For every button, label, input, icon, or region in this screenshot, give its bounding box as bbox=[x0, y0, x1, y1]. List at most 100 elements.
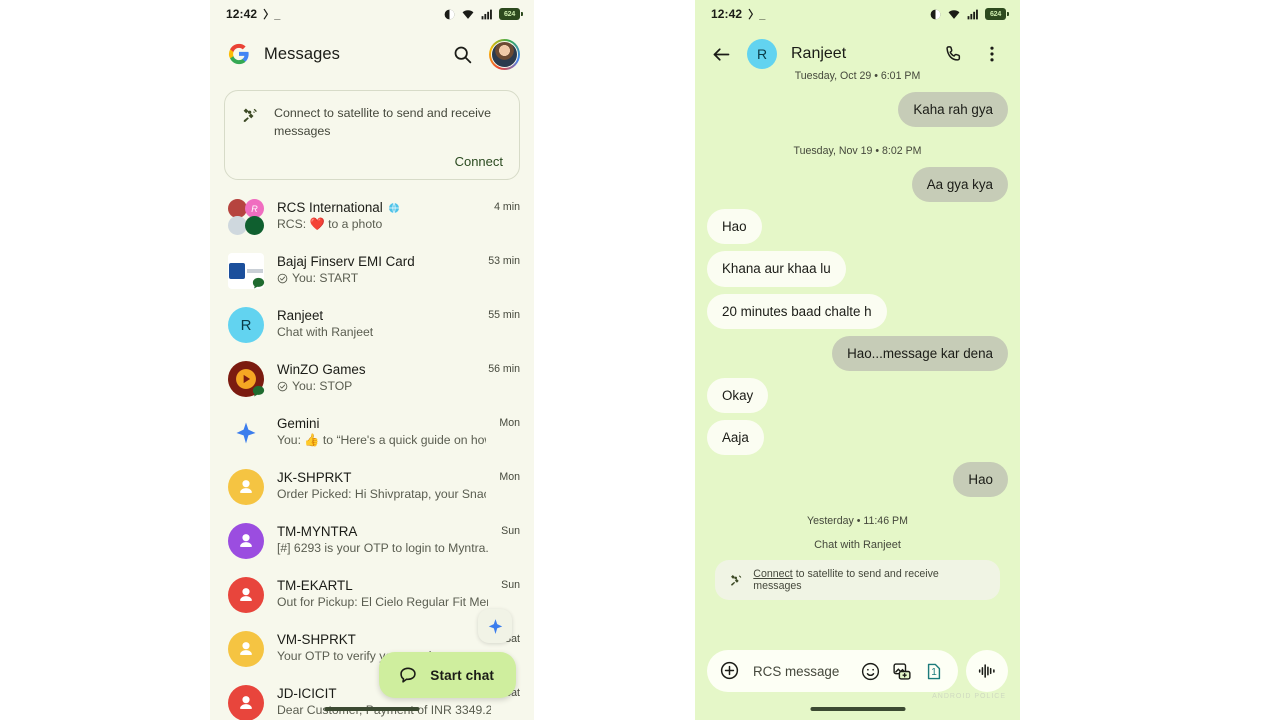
conversation-body: Gemini You: 👍 to “Here's a quick guide o… bbox=[277, 415, 486, 447]
start-chat-fab[interactable]: Start chat bbox=[379, 652, 516, 698]
avatar[interactable] bbox=[489, 38, 520, 70]
person-avatar bbox=[228, 523, 264, 560]
conversation-title: Gemini bbox=[277, 416, 486, 431]
conversation-list-item[interactable]: R Ranjeet Chat with Ranjeet 55 min bbox=[210, 298, 534, 352]
battery-icon: 624 bbox=[499, 8, 523, 20]
conversation-avatar[interactable] bbox=[228, 469, 264, 506]
satellite-icon bbox=[730, 574, 741, 586]
conversation-timestamp: Mon bbox=[499, 417, 520, 430]
wifi-icon-right bbox=[948, 9, 960, 19]
satellite-connect-card[interactable]: Connect to satellite to send and receive… bbox=[224, 90, 520, 181]
terminal-icon-right: 〉_ bbox=[748, 9, 766, 21]
gallery-icon[interactable] bbox=[890, 659, 914, 683]
conversation-timestamp: Sun bbox=[501, 525, 520, 538]
conversation-title: RCS International bbox=[277, 200, 481, 215]
gemini-sparkle-icon[interactable] bbox=[478, 609, 512, 643]
nav-gesture-pill-left bbox=[324, 707, 420, 711]
message-bubble-out[interactable]: Hao bbox=[953, 462, 1008, 498]
conversation-name: Gemini bbox=[277, 416, 320, 432]
conversation-avatar[interactable] bbox=[228, 415, 264, 451]
conversation-body: Bajaj Finserv EMI Card You: START bbox=[277, 253, 475, 285]
status-clock-right: 12:42 bbox=[711, 7, 743, 21]
conversation-name: Ranjeet bbox=[277, 308, 324, 324]
satellite-connect-banner[interactable]: Connect to satellite to send and receive… bbox=[714, 560, 1001, 601]
conversation-list-item[interactable]: JK-SHPRKT Order Picked: Hi Shivpratap, y… bbox=[210, 460, 534, 514]
screenshot-stage: 12:42 〉_ 624 Messages Connect to satelli… bbox=[0, 0, 1280, 720]
status-bar-left-group: 12:42 〉_ bbox=[226, 6, 280, 22]
conversation-avatar[interactable]: R bbox=[228, 307, 264, 344]
conversation-name: JK-SHPRKT bbox=[277, 470, 352, 486]
conversation-avatar[interactable] bbox=[228, 577, 264, 614]
avatar-photo bbox=[491, 40, 518, 68]
terminal-icon: 〉_ bbox=[263, 9, 281, 21]
satellite-connect-link[interactable]: Connect bbox=[753, 568, 792, 580]
conversation-snippet: You: START bbox=[277, 271, 475, 285]
person-avatar bbox=[228, 577, 264, 614]
status-bar-left: 12:42 〉_ 624 bbox=[210, 0, 534, 28]
message-bubble-out[interactable]: Kaha rah gya bbox=[898, 92, 1008, 128]
message-bubble-in[interactable]: Hao bbox=[707, 209, 762, 245]
conversation-body: RCS International RCS: ❤️ to a photo bbox=[277, 199, 481, 231]
satellite-card-text: Connect to satellite to send and receive… bbox=[274, 106, 491, 138]
conversation-timestamp: 56 min bbox=[488, 363, 520, 376]
message-thread[interactable]: Tuesday, Oct 29 • 6:01 PM Kaha rah gya Tue… bbox=[695, 52, 1020, 646]
conversation-name: Bajaj Finserv EMI Card bbox=[277, 254, 415, 270]
conversation-body: WinZO Games You: STOP bbox=[277, 361, 475, 393]
conversation-timestamp: 53 min bbox=[488, 255, 520, 268]
conversation-title: JK-SHPRKT bbox=[277, 470, 486, 485]
sim-number-label: 1 bbox=[931, 666, 937, 678]
conversation-snippet: Chat with Ranjeet bbox=[277, 325, 374, 340]
message-bubble-out[interactable]: Aa gya kya bbox=[911, 167, 1008, 203]
conversation-avatar[interactable] bbox=[228, 253, 265, 290]
nav-gesture-pill-right bbox=[810, 707, 905, 711]
app-title: Messages bbox=[264, 44, 341, 63]
letter-avatar: R bbox=[228, 307, 264, 344]
conversation-title: TM-MYNTRA bbox=[277, 524, 488, 539]
conversation-list-item[interactable]: Gemini You: 👍 to “Here's a quick guide o… bbox=[210, 406, 534, 460]
status-bar-right-icons: 624 bbox=[929, 8, 1009, 21]
thread-daystamp: Yesterday • 11:46 PM bbox=[807, 515, 908, 528]
message-bubble-in[interactable]: Okay bbox=[707, 377, 769, 414]
search-icon[interactable] bbox=[449, 41, 475, 67]
thread-system-line: Chat with Ranjeet bbox=[814, 539, 901, 552]
person-avatar bbox=[228, 631, 264, 668]
conversation-list-item[interactable]: WinZO Games You: STOP 56 min bbox=[210, 352, 534, 406]
conversation-title: WinZO Games bbox=[277, 362, 475, 377]
cellular-signal-icon-right bbox=[967, 9, 978, 19]
cellular-signal-icon bbox=[481, 9, 492, 19]
add-attachment-icon[interactable] bbox=[719, 660, 741, 682]
message-row: Khana aur khaa lu bbox=[707, 251, 1008, 287]
conversation-list-item[interactable]: TM-MYNTRA [#] 6293 is your OTP to login … bbox=[210, 514, 534, 568]
battery-level: 624 bbox=[503, 10, 516, 18]
message-bubble-out[interactable]: Hao...message kar dena bbox=[832, 335, 1008, 371]
sim-1-icon[interactable]: 1 bbox=[922, 659, 946, 683]
conversation-snippet: Order Picked: Hi Shivpratap, your Snackm… bbox=[277, 487, 486, 502]
conversation-list-item[interactable]: Bajaj Finserv EMI Card You: START 53 min bbox=[210, 244, 534, 298]
message-bubble-in[interactable]: Aaja bbox=[707, 420, 764, 456]
conversation-list-item[interactable]: RCS International RCS: ❤️ to a photo 4 m… bbox=[210, 190, 534, 244]
message-bubble-in[interactable]: 20 minutes baad chalte h bbox=[707, 293, 887, 329]
conversation-snippet: RCS: ❤️ to a photo bbox=[277, 217, 383, 232]
message-composer: RCS message 1 bbox=[695, 650, 1020, 692]
voice-waveform-icon[interactable] bbox=[966, 650, 1008, 692]
message-input-bar[interactable]: RCS message 1 bbox=[707, 650, 958, 692]
message-bubble-in[interactable]: Khana aur khaa lu bbox=[707, 251, 846, 287]
battery-level-right: 624 bbox=[989, 10, 1002, 18]
status-bar-right-left-group: 12:42 〉_ bbox=[711, 6, 765, 22]
dnd-icon-right bbox=[930, 9, 941, 19]
conversation-title: VM-SHPRKT bbox=[277, 632, 491, 647]
conversation-name: RCS International bbox=[277, 200, 383, 216]
gemini-sparkle-glyph bbox=[488, 618, 502, 634]
conversation-timestamp: Mon bbox=[499, 471, 520, 484]
delivered-check-icon bbox=[277, 381, 288, 392]
conversation-avatar[interactable] bbox=[228, 523, 264, 560]
conversation-avatar[interactable] bbox=[228, 199, 264, 236]
wifi-icon bbox=[462, 9, 474, 19]
message-input[interactable]: RCS message bbox=[741, 664, 850, 679]
conversation-avatar[interactable] bbox=[228, 685, 264, 720]
conversation-timestamp: 4 min bbox=[494, 201, 520, 214]
emoji-icon[interactable] bbox=[858, 659, 882, 683]
satellite-connect-button[interactable]: Connect bbox=[241, 154, 503, 169]
conversation-avatar[interactable] bbox=[228, 631, 264, 668]
conversation-avatar[interactable] bbox=[228, 361, 265, 398]
